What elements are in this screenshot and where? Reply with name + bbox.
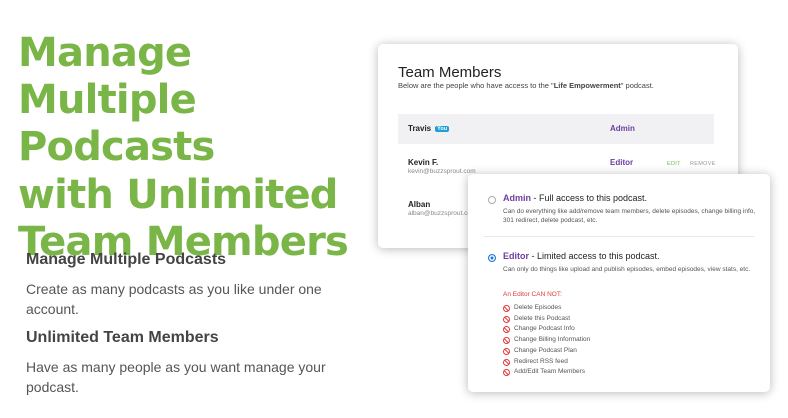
admin-role-name: Admin [503,193,531,203]
member-name: Alban [408,200,431,209]
editor-role-title: Editor - Limited access to this podcast. [503,251,660,261]
team-members-title: Team Members [398,64,502,81]
member-role-link[interactable]: Admin [610,124,635,133]
cannot-item: Delete Episodes [503,303,590,314]
feature-heading: Unlimited Team Members [26,329,219,346]
prohibited-icon [503,337,510,345]
prohibited-icon [503,369,510,377]
admin-radio[interactable] [488,196,496,204]
member-email: kevin@buzzsprout.com [408,168,476,175]
prohibited-icon [503,347,510,355]
admin-role-description: Can do everything like add/remove team m… [503,208,756,225]
member-role-link[interactable]: Editor [610,158,633,167]
feature-body: Have as many people as you want manage y… [26,359,326,396]
member-name: Kevin F. [408,158,439,167]
headline-line: with Unlimited [18,171,338,218]
feature-multiple-podcasts: Manage Multiple Podcasts Create as many … [26,251,356,320]
editor-role-description: Can only do things like upload and publi… [503,266,751,273]
cannot-item: Change Podcast Info [503,324,590,335]
cannot-item: Change Podcast Plan [503,346,590,357]
divider [484,236,754,237]
prohibited-icon [503,315,510,323]
feature-unlimited-team: Unlimited Team Members Have as many peop… [26,329,356,398]
headline-line: Podcasts [18,124,215,171]
team-members-subtitle: Below are the people who have access to … [398,81,654,90]
prohibited-icon [503,305,510,312]
cannot-item: Delete this Podcast [503,314,590,325]
feature-body: Create as many podcasts as you like unde… [26,281,322,318]
remove-member-link[interactable]: REMOVE [690,161,716,167]
feature-heading: Manage Multiple Podcasts [26,251,227,268]
podcast-name: Life Empowerment [553,81,621,90]
team-member-row: Travis You Admin [398,114,714,144]
cannot-item: Redirect RSS feed [503,357,590,368]
admin-role-title: Admin - Full access to this podcast. [503,193,648,203]
role-picker-card: Admin - Full access to this podcast. Can… [468,174,770,392]
prohibited-icon [503,326,510,334]
cannot-title: An Editor CAN NOT: [503,291,562,298]
member-name: Travis You [408,124,450,133]
cannot-item: Change Billing Information [503,335,590,346]
headline-line: Manage Multiple [18,30,197,124]
prohibited-icon [503,358,510,366]
cannot-item: Add/Edit Team Members [503,367,590,378]
headline: Manage Multiple Podcasts with Unlimited … [18,30,368,266]
you-badge: You [435,126,450,132]
editor-radio[interactable] [488,254,496,262]
cannot-list: Delete Episodes Delete this Podcast Chan… [503,303,590,378]
edit-member-link[interactable]: EDIT [667,161,681,167]
editor-role-name: Editor [503,251,529,261]
member-email: alban@buzzsprout.com [408,210,477,217]
